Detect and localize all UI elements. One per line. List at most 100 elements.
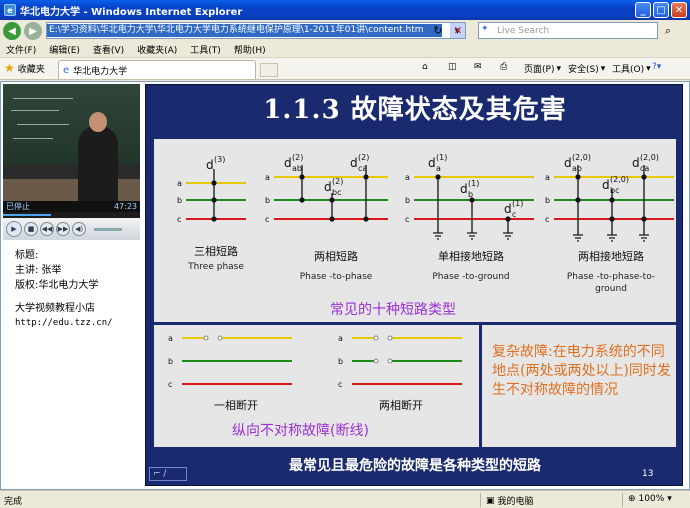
two-phase-open-open-a-2 bbox=[387, 335, 393, 341]
menu-favorites[interactable]: 收藏夹(A) bbox=[137, 43, 177, 56]
title-bar: e 华北电力大学 - Windows Internet Explorer _ □… bbox=[0, 0, 690, 20]
two-phase-open-label-b: b bbox=[338, 357, 343, 366]
tab-current[interactable]: e 华北电力大学 bbox=[58, 60, 256, 79]
phase-phase-label-b: b bbox=[265, 196, 270, 205]
close-button[interactable]: ✕ bbox=[671, 2, 687, 18]
mail-icon[interactable]: ✉ bbox=[474, 62, 482, 72]
computer-icon: ▣ bbox=[486, 495, 495, 506]
one-phase-open-label-a: a bbox=[168, 334, 173, 343]
pp-ab-marker-sup: (2) bbox=[292, 153, 303, 162]
course-info: 标题: 主讲: 张举 版权:华北电力大学 大学视频教程小店 http://edu… bbox=[15, 248, 113, 331]
next-button[interactable]: ▶▶ bbox=[56, 222, 70, 236]
zoom-control[interactable]: ⊕ 100% ▾ bbox=[628, 494, 672, 504]
favorites-button[interactable]: ★ 收藏夹 bbox=[4, 61, 45, 75]
menu-tools[interactable]: 工具(T) bbox=[190, 43, 221, 56]
home-icon[interactable]: ⌂ bbox=[422, 62, 428, 72]
menu-help[interactable]: 帮助(H) bbox=[234, 43, 266, 56]
ppg-ab-marker-sub: ab bbox=[572, 164, 582, 173]
status-text: 完成 bbox=[4, 497, 23, 507]
search-placeholder: Live Search bbox=[497, 25, 550, 36]
caption-phase-phase-ground: 两相接地短路 bbox=[578, 250, 644, 263]
slide-bottom-note: 最常见且最危险的故障是各种类型的短路 bbox=[289, 458, 541, 474]
pp-ca-dot-c bbox=[363, 216, 369, 222]
menu-view[interactable]: 查看(V) bbox=[93, 43, 124, 56]
caption-phase-phase-en: Phase -to-phase bbox=[299, 272, 373, 282]
search-input[interactable]: ✦ Live Search bbox=[478, 22, 658, 39]
ppg-bc-dot-c bbox=[609, 216, 615, 222]
page-menu[interactable]: 页面(P) ▾ bbox=[524, 62, 561, 76]
pg-c-marker-sub: c bbox=[512, 210, 516, 219]
new-tab-button[interactable] bbox=[260, 63, 278, 77]
status-bar: 完成 ▣ 我的电脑 ⊕ 100% ▾ bbox=[0, 490, 690, 508]
menu-edit[interactable]: 编辑(E) bbox=[49, 43, 80, 56]
address-url[interactable]: E:\学习资料\华北电力大学\华北电力大学电力系统继电保护原理\1-2011年0… bbox=[47, 24, 442, 37]
page-content: 已停止 47:23 ▶ ■ ◀◀ ▶▶ ◀) 标题: 主讲: 张举 版权:华北电… bbox=[0, 81, 690, 490]
page-icon: e bbox=[63, 64, 70, 76]
ppg-ab-dot-a bbox=[575, 174, 581, 180]
three-phase-dot-2 bbox=[211, 216, 217, 222]
ppg-ca-dot-a bbox=[641, 174, 647, 180]
caption-phase-phase-ground-en: Phase -to-phase-to-ground bbox=[566, 272, 656, 294]
pp-ca-marker-sub: ca bbox=[358, 164, 367, 173]
pp-ca-marker-sup: (2) bbox=[358, 153, 369, 162]
pg-b-marker-d: d bbox=[460, 182, 468, 196]
pp-ab-dot-a bbox=[299, 174, 305, 180]
favorites-bar: ★ 收藏夹 e 华北电力大学 ⌂ ◫ ✉ ⎙ 页面(P) ▾ 安全(S) ▾ 工具(… bbox=[0, 58, 690, 80]
search-button-icon[interactable]: ⌕ bbox=[660, 23, 676, 38]
ppg-bc-dot-b bbox=[609, 197, 615, 203]
pg-c-marker-sup: (1) bbox=[512, 199, 523, 208]
caption-phase-ground: 单相接地短路 bbox=[438, 250, 504, 263]
safety-menu[interactable]: 安全(S) ▾ bbox=[568, 62, 605, 76]
ppg-ca-marker-d: d bbox=[632, 156, 640, 170]
tools-menu[interactable]: 工具(O) ▾ bbox=[612, 62, 651, 76]
minimize-button[interactable]: _ bbox=[635, 2, 651, 18]
pp-ab-marker-d: d bbox=[284, 156, 292, 170]
ppg-ca-dot-c bbox=[641, 216, 647, 222]
phase-phase-label-a: a bbox=[265, 173, 270, 182]
video-player[interactable] bbox=[3, 84, 140, 201]
mute-button[interactable]: ◀) bbox=[72, 222, 86, 236]
feeds-icon[interactable]: ◫ bbox=[448, 62, 457, 72]
stop-icon[interactable]: ✕ bbox=[450, 23, 466, 38]
three-phase-dot-1 bbox=[211, 197, 217, 203]
print-icon[interactable]: ⎙ bbox=[500, 62, 507, 72]
maximize-button[interactable]: □ bbox=[653, 2, 669, 18]
slide-nav-icon[interactable]: ⌐ ∕ bbox=[149, 467, 187, 481]
caption-three-phase-en: Three phase bbox=[188, 262, 244, 272]
caption-one-phase-open: 一相断开 bbox=[214, 399, 258, 412]
pp-bc-marker-d: d bbox=[324, 180, 332, 194]
address-bar[interactable]: E:\学习资料\华北电力大学\华北电力大学电力系统继电保护原理\1-2011年0… bbox=[46, 22, 466, 39]
stop-button[interactable]: ■ bbox=[24, 222, 38, 236]
pg-c-marker-d: d bbox=[504, 202, 512, 216]
lecturer-head bbox=[89, 112, 107, 132]
pg-b-marker-sub: b bbox=[468, 190, 473, 199]
caption-two-phase-open: 两相断开 bbox=[379, 399, 423, 412]
lecture-slide: 1.1.3 故障状态及其危害 a b c d (3) a b c d (2) ab d (2) bc d (2… bbox=[145, 84, 683, 486]
play-button[interactable]: ▶ bbox=[6, 221, 22, 237]
zoom-icon: ⊕ bbox=[628, 494, 636, 504]
site-url[interactable]: http://edu.tzz.cn/ bbox=[15, 316, 113, 331]
pp-bc-marker-sup: (2) bbox=[332, 177, 343, 186]
pg-a-marker-sub: a bbox=[436, 164, 441, 173]
player-status-bar: 已停止 47:23 bbox=[3, 201, 140, 212]
refresh-icon[interactable]: ↻ bbox=[430, 23, 446, 38]
player-controls: ▶ ■ ◀◀ ▶▶ ◀) bbox=[3, 218, 140, 240]
back-button[interactable]: ◀ bbox=[3, 22, 21, 40]
pp-ca-dot-a bbox=[363, 174, 369, 180]
two-phase-open-open-b-2 bbox=[387, 358, 393, 364]
forward-button[interactable]: ▶ bbox=[24, 22, 42, 40]
help-icon[interactable]: ?▾ bbox=[652, 62, 661, 72]
phase-phase-label-c: c bbox=[265, 215, 269, 224]
address-toolbar: ◀ ▶ E:\学习资料\华北电力大学\华北电力大学电力系统继电保护原理\1-20… bbox=[0, 20, 690, 42]
ppg-bc-marker-sup: (2,0) bbox=[610, 175, 629, 184]
previous-button[interactable]: ◀◀ bbox=[40, 222, 54, 236]
volume-slider[interactable] bbox=[94, 227, 122, 231]
three-phase-marker-d: d bbox=[206, 158, 214, 172]
two-phase-open-open-a-1 bbox=[373, 335, 379, 341]
pg-a-marker-sup: (1) bbox=[436, 153, 447, 162]
live-search-icon: ✦ bbox=[481, 24, 489, 34]
zone-label: 我的电脑 bbox=[497, 497, 534, 507]
course-speaker: 主讲: 张举 bbox=[15, 265, 62, 276]
player-time: 47:23 bbox=[113, 202, 137, 211]
menu-file[interactable]: 文件(F) bbox=[6, 43, 36, 56]
